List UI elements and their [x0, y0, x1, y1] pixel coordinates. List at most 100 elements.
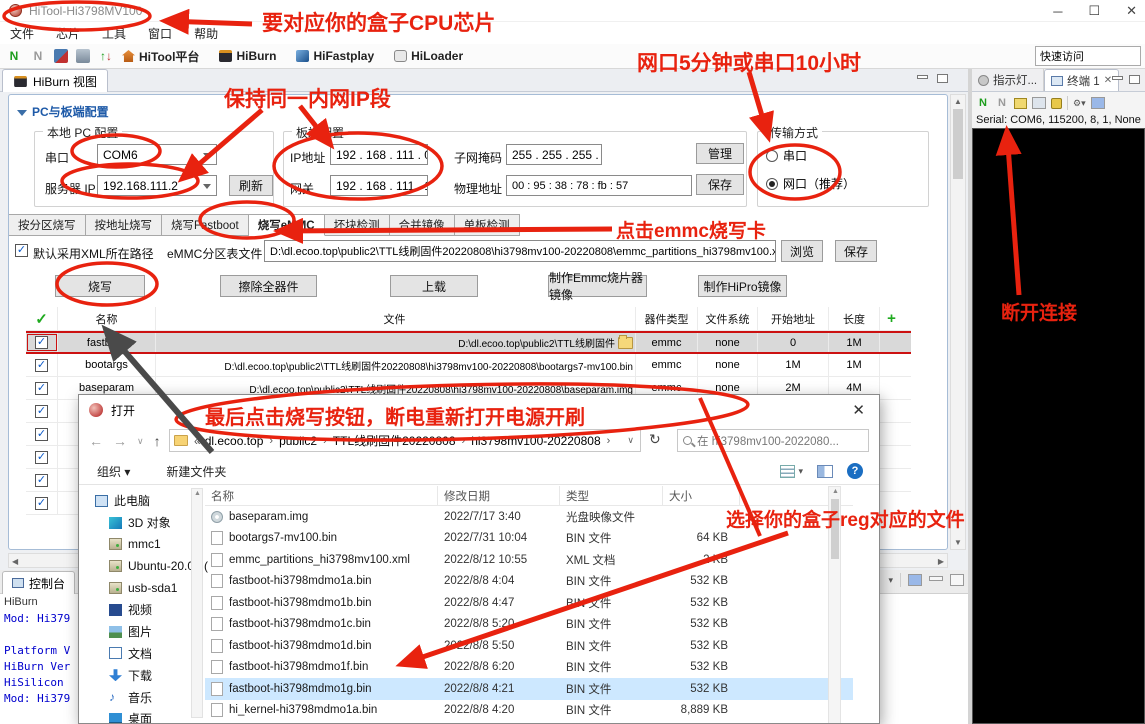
terminal-connect-icon[interactable]: N: [976, 96, 990, 110]
partition-checkbox[interactable]: ✓: [35, 336, 48, 349]
tab-terminal-1[interactable]: 终端 1 ✕: [1044, 69, 1119, 91]
burn-tab[interactable]: 按分区烧写: [9, 214, 86, 236]
editor-vertical-scrollbar[interactable]: ▲ ▼: [950, 94, 966, 550]
view-minimize-icon[interactable]: [917, 75, 928, 79]
partition-checkbox[interactable]: ✓: [35, 382, 48, 395]
dialog-close-icon[interactable]: ✕: [852, 401, 865, 419]
partition-row[interactable]: ✓ fastboot D:\dl.ecoo.top\public2\TTL线刷固…: [26, 331, 911, 354]
toolbar-app-button[interactable]: HiBurn: [219, 49, 276, 63]
add-partition-icon[interactable]: +: [887, 310, 896, 327]
console-maximize-icon[interactable]: [950, 574, 964, 586]
refresh-icon[interactable]: ↻: [649, 431, 661, 448]
burn-tab[interactable]: 按地址烧写: [86, 214, 163, 236]
config-icon[interactable]: [54, 49, 68, 63]
menu-item[interactable]: 芯片: [56, 25, 80, 42]
mac-address-input[interactable]: 00 : 95 : 38 : 78 : fb : 57: [506, 175, 692, 196]
help-icon[interactable]: ?: [847, 463, 863, 479]
save-xml-button[interactable]: 保存: [835, 240, 877, 262]
partition-row[interactable]: ✓ bootargs D:\dl.ecoo.top\public2\TTL线刷固…: [26, 354, 911, 377]
breadcrumb-item[interactable]: hi3798mv100-20220808: [471, 434, 600, 448]
action-button[interactable]: 烧写: [55, 275, 145, 297]
menu-item[interactable]: 帮助: [194, 25, 218, 42]
server-ip-select[interactable]: 192.168.111.2: [97, 175, 217, 196]
breadcrumb-item[interactable]: TTL线刷固件20220808: [333, 432, 456, 449]
sidebar-item[interactable]: 下载: [81, 664, 189, 686]
column-name[interactable]: 名称: [205, 486, 438, 505]
action-button[interactable]: 上载: [390, 275, 478, 297]
connect-icon[interactable]: N: [6, 48, 22, 64]
sidebar-scroll-up-icon[interactable]: ▲: [194, 490, 201, 497]
xml-path-checkbox[interactable]: ✓: [15, 244, 28, 257]
partition-checkbox[interactable]: ✓: [35, 451, 48, 464]
minimize-button[interactable]: ─: [1053, 4, 1062, 19]
breadcrumb[interactable]: « dl.ecoo.top›public2›TTL线刷固件20220808›hi…: [169, 429, 641, 452]
file-list-scrollbar[interactable]: ▲: [828, 486, 841, 724]
transfer-icon[interactable]: ↑↓: [98, 48, 114, 64]
tab-console[interactable]: 控制台: [2, 571, 75, 594]
sidebar-item[interactable]: 3D 对象: [81, 512, 189, 534]
terminal-copy-icon[interactable]: [1032, 97, 1046, 109]
board-ip-input[interactable]: 192 . 168 . 111 . 0: [330, 144, 428, 165]
back-icon[interactable]: ←: [89, 433, 103, 449]
up-icon[interactable]: ↑: [154, 433, 161, 449]
section-pc-board-config[interactable]: PC与板端配置: [17, 103, 109, 120]
console-menu-icon[interactable]: ▾: [888, 575, 893, 586]
scroll-right-icon[interactable]: ▶: [938, 557, 944, 566]
sidebar-item[interactable]: usb-sda1: [81, 577, 189, 599]
file-row[interactable]: fastboot-hi3798mdmo1g.bin 2022/8/8 4:21 …: [205, 678, 853, 700]
burn-tab[interactable]: 合并镜像: [390, 214, 455, 236]
radio-serial[interactable]: 串口: [766, 147, 807, 164]
column-type[interactable]: 类型: [560, 486, 663, 505]
manage-button[interactable]: 管理: [696, 143, 744, 164]
sidebar-item[interactable]: mmc1: [81, 534, 189, 556]
breadcrumb-dropdown-icon[interactable]: ∨: [627, 435, 634, 446]
new-folder-button[interactable]: 新建文件夹: [166, 463, 226, 480]
file-row[interactable]: fastboot-hi3798mdmo1b.bin 2022/8/8 4:47 …: [205, 592, 853, 614]
column-date[interactable]: 修改日期: [438, 486, 560, 505]
sidebar-item[interactable]: 桌面: [81, 708, 189, 724]
file-row[interactable]: hi_kernel-hi3798mdmo1a.bin 2022/8/8 4:20…: [205, 700, 853, 722]
panel-minimize-icon[interactable]: [1112, 76, 1123, 80]
file-row[interactable]: fastboot-hi3798mdmo1c.bin 2022/8/8 5:20 …: [205, 614, 853, 636]
menu-item[interactable]: 窗口: [148, 25, 172, 42]
partition-checkbox[interactable]: ✓: [35, 405, 48, 418]
action-button[interactable]: 制作Emmc烧片器镜像: [548, 275, 647, 297]
radio-network[interactable]: 网口（推荐）: [766, 175, 855, 192]
burn-tab[interactable]: 烧写Fastboot: [162, 214, 249, 236]
terminal-lock-icon[interactable]: [1051, 98, 1062, 109]
file-row[interactable]: baseparam.img 2022/7/17 3:40 光盘映像文件: [205, 506, 853, 528]
partition-checkbox[interactable]: ✓: [35, 428, 48, 441]
scroll-up-icon[interactable]: ▲: [954, 97, 962, 106]
sidebar-item[interactable]: ♪ 音乐: [81, 686, 189, 708]
save-board-button[interactable]: 保存: [696, 174, 744, 195]
breadcrumb-item[interactable]: public2: [279, 434, 317, 448]
organize-button[interactable]: 组织 ▾: [97, 463, 130, 480]
screen-icon[interactable]: [76, 49, 90, 63]
serial-port-select[interactable]: COM6: [97, 144, 217, 165]
terminal-screen[interactable]: [972, 128, 1145, 724]
terminal-gear-menu-icon[interactable]: ⚙▾: [1073, 98, 1086, 109]
quick-access-input[interactable]: [1035, 46, 1141, 66]
sidebar-item[interactable]: 此电脑: [81, 490, 189, 512]
refresh-button[interactable]: 刷新: [229, 175, 273, 196]
preview-pane-icon[interactable]: [817, 465, 833, 478]
console-pin-icon[interactable]: [908, 574, 922, 586]
toolbar-app-button[interactable]: HiFastplay: [296, 49, 374, 63]
maximize-button[interactable]: ☐: [1088, 3, 1100, 19]
forward-icon[interactable]: →: [113, 433, 127, 449]
select-all-check-icon[interactable]: ✓: [35, 310, 48, 328]
toolbar-app-button[interactable]: HiLoader: [394, 49, 463, 63]
burn-tab[interactable]: 烧写eMMC: [249, 214, 325, 236]
disconnect-icon[interactable]: N: [30, 48, 46, 64]
burn-tab[interactable]: 坏块检测: [325, 214, 390, 236]
file-row[interactable]: fastboot-hi3798mdmo1d.bin 2022/8/8 5:50 …: [205, 635, 853, 657]
sidebar-item[interactable]: Ubuntu-20.04 (: [81, 555, 189, 577]
toolbar-app-button[interactable]: HiTool平台: [122, 48, 199, 65]
search-box[interactable]: 在 hi3798mv100-2022080...: [677, 429, 869, 452]
terminal-disconnect-icon[interactable]: N: [995, 96, 1009, 110]
panel-maximize-icon[interactable]: [1129, 75, 1140, 84]
history-chevron-icon[interactable]: ∨: [137, 436, 144, 447]
menu-item[interactable]: 工具: [102, 25, 126, 42]
partition-checkbox[interactable]: ✓: [35, 359, 48, 372]
browse-folder-icon[interactable]: [618, 337, 633, 349]
